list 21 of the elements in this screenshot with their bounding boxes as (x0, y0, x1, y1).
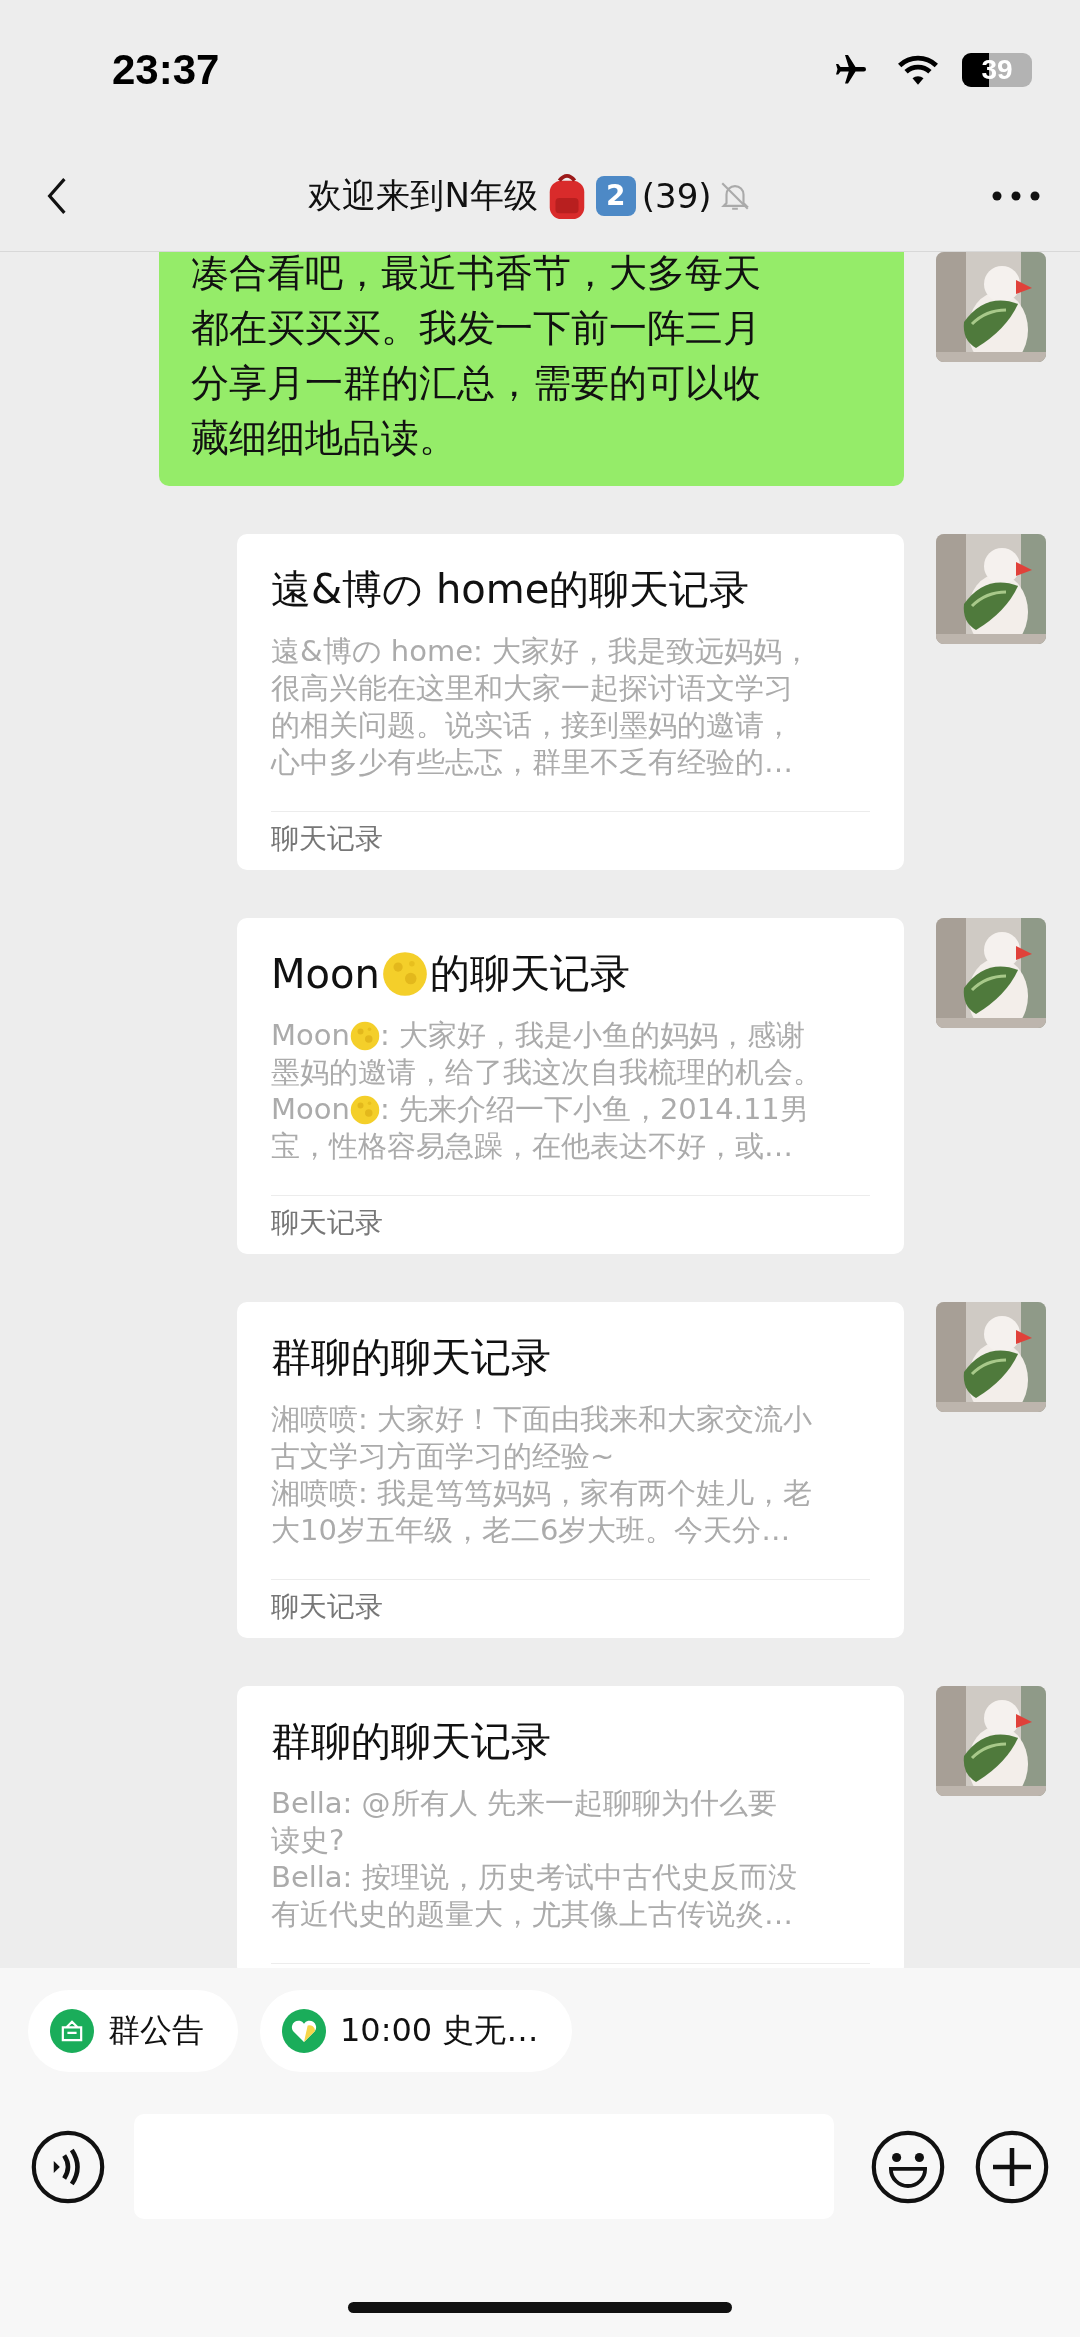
shortcut-chip[interactable]: 群公告 (28, 1990, 238, 2072)
plus-icon[interactable] (974, 2128, 1050, 2205)
chat-record-card[interactable]: 群聊的聊天记录 湘喷喷: 大家好！下面由我来和大家交流小 古文学习方面学习的经验~ 湘喷喷: 我是笃笃妈妈，家有两个娃儿，老 大10岁五年级，老二6岁大班。今天分… 聊天记录 (237, 1302, 904, 1638)
chat-record-card[interactable]: 群聊的聊天记录 Bella: @所有人 先来一起聊聊为什么要 读史? Bella: 按理说，历史考试中古代史反而没 有近代史的题量大，尤其像上古传说炎… (237, 1686, 904, 1968)
chat-record-card[interactable]: Moon 的聊天记录 Moon : 大家好，我是小鱼的妈妈，感谢 墨妈的邀请，给了我这次自我梳理的机会。 Moon : 先来介绍一下小鱼，2014.11男 宝，性格容易急躁，在他表达不好，或… 聊天记录 (237, 918, 904, 1254)
more-icon[interactable] (992, 190, 1040, 201)
emoji-icon[interactable] (870, 2128, 946, 2205)
chat-record-card[interactable]: 遠&博の home的聊天记录 遠&博の home: 大家好，我是致远妈妈， 很高兴能在这里和大家一起探讨语文学习 的相关问题。说实话，接到墨妈的邀请， 心中多少有些忐忑，群里不乏有经验的… 聊天记录 (237, 534, 904, 870)
moon-icon (381, 950, 428, 997)
chat-title: 欢迎来到N年级 (308, 173, 538, 217)
number-keycap: 2 (595, 175, 636, 216)
back-icon[interactable] (46, 176, 68, 215)
wifi-icon (896, 53, 940, 87)
chat-title: (39) (641, 175, 712, 216)
shortcut-chip[interactable]: 10:00 史无… (260, 1990, 573, 2072)
moon-icon (349, 1020, 380, 1051)
clock-time: 23:37 (112, 46, 220, 94)
moon-icon (349, 1094, 380, 1125)
voice-icon[interactable] (30, 2128, 106, 2205)
notice-icon (50, 2009, 94, 2053)
message-bubble: 凑合看吧，最近书香节，大多每天 都在买买买。我发一下前一阵三月 分享月一群的汇总，需要的可以收 藏细细地品读。 (159, 252, 904, 486)
